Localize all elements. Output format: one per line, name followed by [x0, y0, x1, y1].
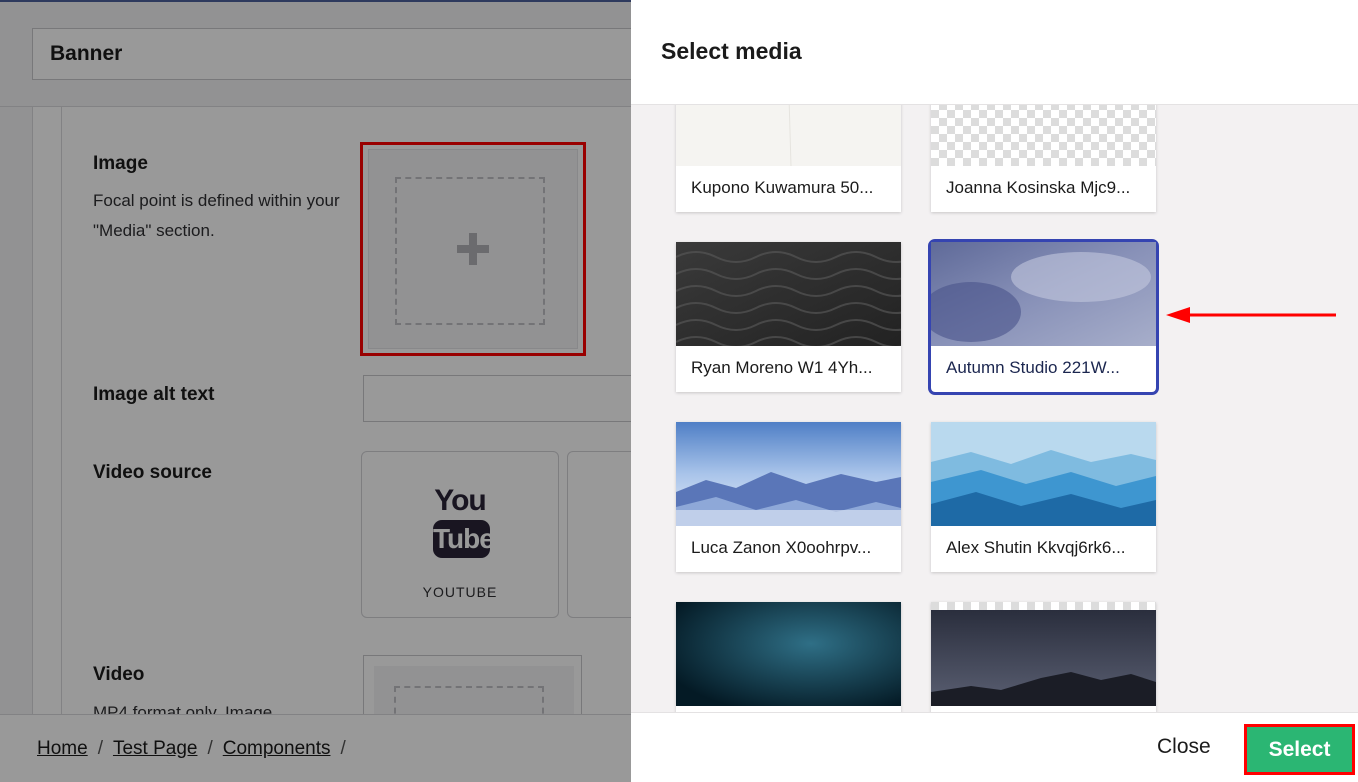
media-grid: Kupono Kuwamura 50... Joanna Kosinska Mj…: [631, 105, 1358, 712]
media-caption: Alex Shutin Kkvqj6rk6...: [946, 538, 1126, 557]
media-caption: Ryan Moreno W1 4Yh...: [691, 358, 873, 377]
media-thumbnail: [676, 422, 901, 526]
media-caption: Kupono Kuwamura 50...: [691, 178, 874, 197]
content-editor: Banner Image Focal point is defined with…: [0, 0, 631, 782]
select-button[interactable]: Select: [1247, 727, 1352, 772]
media-thumbnail: [676, 602, 901, 706]
close-button[interactable]: Close: [1157, 735, 1211, 759]
dialog-title: Select media: [661, 38, 802, 64]
dialog-header: Select media: [631, 0, 1358, 105]
media-item[interactable]: Alex Shutin Kkvqj6rk6...: [931, 422, 1156, 572]
media-thumbnail: [931, 242, 1156, 346]
media-item[interactable]: Luca Zanon X0oohrpv...: [676, 422, 901, 572]
media-thumbnail: [931, 422, 1156, 526]
media-caption: Luca Zanon X0oohrpv...: [691, 538, 872, 557]
media-item[interactable]: Kupono Kuwamura 50...: [676, 105, 901, 212]
media-thumbnail: [676, 242, 901, 346]
media-item[interactable]: [676, 602, 901, 712]
media-caption: Joanna Kosinska Mjc9...: [946, 178, 1131, 197]
annotation-arrow-icon: [1166, 307, 1336, 323]
media-caption: Autumn Studio 221W...: [946, 358, 1120, 377]
media-thumbnail: [931, 602, 1156, 706]
media-item[interactable]: [931, 602, 1156, 712]
media-item-selected[interactable]: Autumn Studio 221W...: [928, 239, 1159, 395]
media-thumbnail: [676, 105, 901, 166]
media-thumbnail: [931, 105, 1156, 166]
modal-backdrop[interactable]: [0, 2, 631, 782]
media-item[interactable]: Ryan Moreno W1 4Yh...: [676, 242, 901, 392]
media-item[interactable]: Joanna Kosinska Mjc9...: [931, 105, 1156, 212]
select-media-dialog: Select media Kupono Kuwamura 50... Joann…: [631, 0, 1358, 782]
